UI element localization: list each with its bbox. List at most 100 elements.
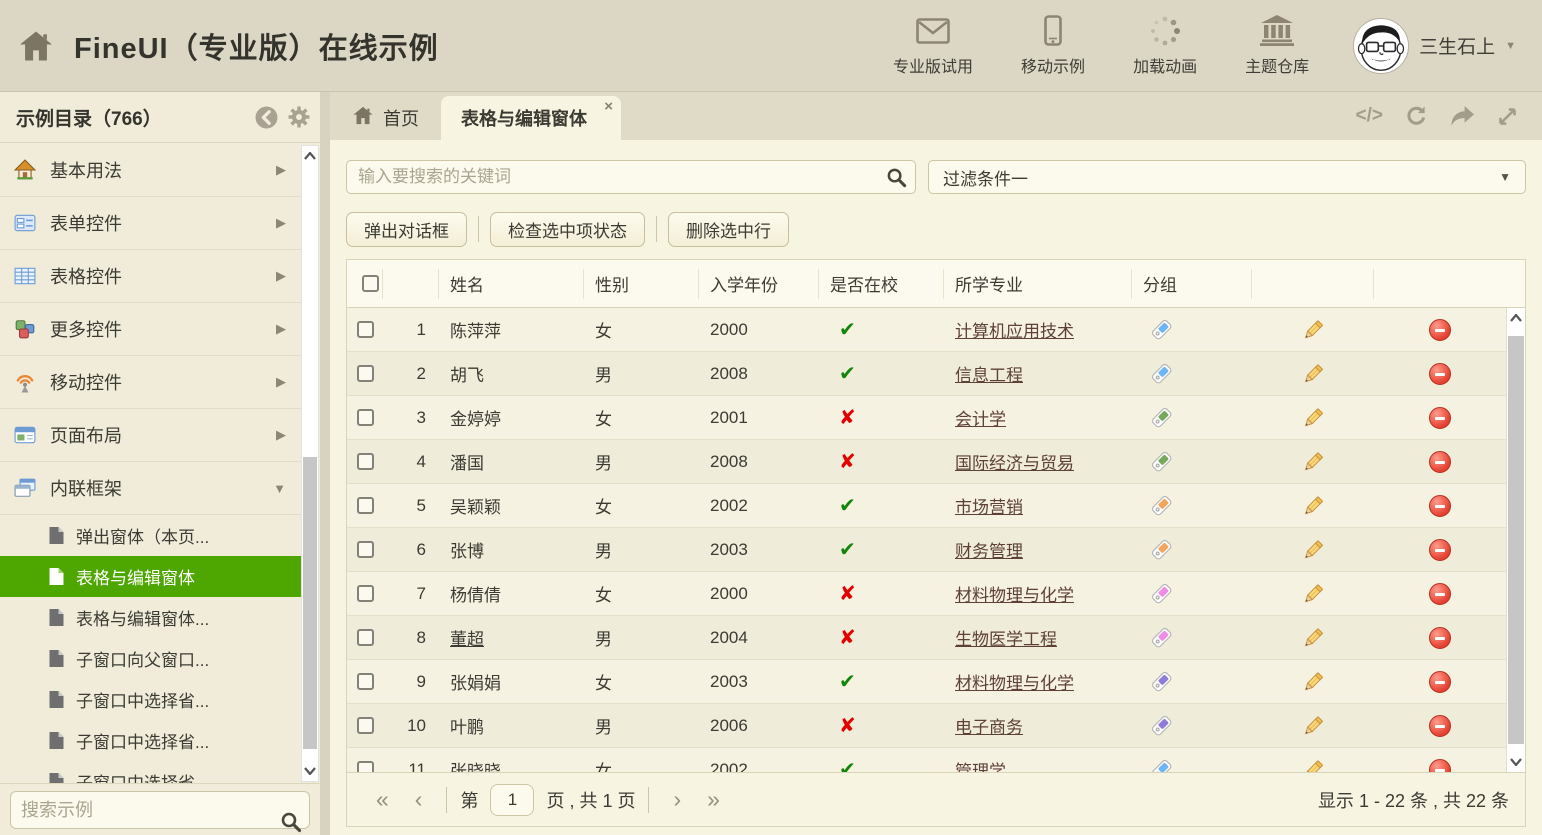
- edit-pencil-icon[interactable]: [1301, 362, 1325, 386]
- tag-icon[interactable]: [1149, 713, 1174, 738]
- table-row[interactable]: 11 张晓晓 女 2002 ✔ 管理学: [347, 748, 1525, 772]
- sidebar-item[interactable]: 子窗口向父窗口...: [0, 638, 302, 679]
- tag-icon[interactable]: [1149, 317, 1174, 342]
- delete-row-icon[interactable]: [1429, 363, 1451, 385]
- table-row[interactable]: 6 张博 男 2003 ✔ 财务管理: [347, 528, 1525, 572]
- row-checkbox[interactable]: [357, 629, 374, 646]
- row-checkbox[interactable]: [357, 541, 374, 558]
- first-page-button[interactable]: «: [363, 788, 402, 811]
- edit-pencil-icon[interactable]: [1301, 406, 1325, 430]
- major-link[interactable]: 管理学: [955, 757, 1006, 772]
- last-page-button[interactable]: »: [694, 788, 733, 811]
- tab-grid-edit-window[interactable]: 表格与编辑窗体 ×: [441, 96, 621, 140]
- row-checkbox[interactable]: [357, 497, 374, 514]
- delete-row-icon[interactable]: [1429, 495, 1451, 517]
- edit-pencil-icon[interactable]: [1301, 714, 1325, 738]
- table-row[interactable]: 8 董超 男 2004 ✘ 生物医学工程: [347, 616, 1525, 660]
- row-checkbox[interactable]: [357, 321, 374, 338]
- close-icon[interactable]: ×: [604, 99, 613, 114]
- sidebar-item[interactable]: 子窗口中选择省: [0, 761, 302, 783]
- col-name[interactable]: 姓名: [439, 269, 584, 299]
- sidebar-item[interactable]: 子窗口中选择省...: [0, 679, 302, 720]
- major-link[interactable]: 材料物理与化学: [955, 669, 1074, 694]
- sidebar-group-table[interactable]: 表格控件▶: [0, 250, 302, 303]
- filter-dropdown[interactable]: 过滤条件一 ▼: [928, 160, 1526, 194]
- sidebar-group-basic[interactable]: 基本用法▶: [0, 144, 302, 197]
- row-checkbox[interactable]: [357, 673, 374, 690]
- gear-icon[interactable]: [288, 106, 310, 128]
- major-link[interactable]: 财务管理: [955, 537, 1023, 562]
- sidebar-item[interactable]: 表格与编辑窗体: [0, 556, 302, 597]
- tab-home[interactable]: 首页: [330, 96, 441, 140]
- user-menu[interactable]: 三生石上 ▼: [1353, 18, 1516, 74]
- major-link[interactable]: 材料物理与化学: [955, 581, 1074, 606]
- delete-row-icon[interactable]: [1429, 583, 1451, 605]
- major-link[interactable]: 计算机应用技术: [955, 317, 1074, 342]
- scroll-up-icon[interactable]: [1507, 308, 1525, 328]
- delete-selected-button[interactable]: 删除选中行: [668, 212, 789, 247]
- major-link[interactable]: 信息工程: [955, 361, 1023, 386]
- nav-theme-repo[interactable]: 主题仓库: [1245, 15, 1309, 77]
- sidebar-search-input[interactable]: [10, 791, 310, 829]
- sidebar-item[interactable]: 弹出窗体（本页...: [0, 515, 302, 556]
- major-link[interactable]: 会计学: [955, 405, 1006, 430]
- delete-row-icon[interactable]: [1429, 319, 1451, 341]
- col-group[interactable]: 分组: [1132, 269, 1252, 299]
- table-row[interactable]: 4 潘国 男 2008 ✘ 国际经济与贸易: [347, 440, 1525, 484]
- sidebar-group-form[interactable]: 表单控件▶: [0, 197, 302, 250]
- tag-icon[interactable]: [1149, 625, 1174, 650]
- tag-icon[interactable]: [1149, 405, 1174, 430]
- delete-row-icon[interactable]: [1429, 407, 1451, 429]
- table-row[interactable]: 2 胡飞 男 2008 ✔ 信息工程: [347, 352, 1525, 396]
- search-icon[interactable]: [886, 167, 907, 193]
- table-row[interactable]: 10 叶鹏 男 2006 ✘ 电子商务: [347, 704, 1525, 748]
- tag-icon[interactable]: [1149, 361, 1174, 386]
- edit-pencil-icon[interactable]: [1301, 758, 1325, 773]
- page-number-input[interactable]: [490, 784, 534, 816]
- scrollbar-thumb[interactable]: [1508, 336, 1524, 744]
- col-enrolled[interactable]: 是否在校: [819, 269, 944, 299]
- sidebar-group-iframe[interactable]: 内联框架▼: [0, 462, 302, 515]
- row-checkbox[interactable]: [357, 409, 374, 426]
- table-row[interactable]: 5 吴颖颖 女 2002 ✔ 市场营销: [347, 484, 1525, 528]
- tag-icon[interactable]: [1149, 537, 1174, 562]
- nav-trial[interactable]: 专业版试用: [893, 15, 973, 77]
- row-checkbox[interactable]: [357, 761, 374, 772]
- delete-row-icon[interactable]: [1429, 627, 1451, 649]
- check-selected-button[interactable]: 检查选中项状态: [490, 212, 645, 247]
- edit-pencil-icon[interactable]: [1301, 670, 1325, 694]
- col-gender[interactable]: 性别: [584, 269, 699, 299]
- keyword-search-input[interactable]: [346, 160, 916, 194]
- sidebar-item[interactable]: 子窗口中选择省...: [0, 720, 302, 761]
- tag-icon[interactable]: [1149, 581, 1174, 606]
- sidebar-item[interactable]: 表格与编辑窗体...: [0, 597, 302, 638]
- row-checkbox[interactable]: [357, 365, 374, 382]
- expand-icon[interactable]: [1497, 106, 1518, 127]
- scrollbar-thumb[interactable]: [303, 457, 317, 749]
- edit-pencil-icon[interactable]: [1301, 318, 1325, 342]
- col-year[interactable]: 入学年份: [699, 269, 819, 299]
- nav-mobile-demo[interactable]: 移动示例: [1021, 15, 1085, 77]
- delete-row-icon[interactable]: [1429, 715, 1451, 737]
- edit-pencil-icon[interactable]: [1301, 538, 1325, 562]
- major-link[interactable]: 电子商务: [955, 713, 1023, 738]
- home-icon[interactable]: [18, 30, 54, 62]
- row-checkbox[interactable]: [357, 453, 374, 470]
- select-all-checkbox[interactable]: [347, 269, 383, 299]
- tag-icon[interactable]: [1149, 669, 1174, 694]
- sidebar-group-layout[interactable]: 页面布局▶: [0, 409, 302, 462]
- table-row[interactable]: 1 陈萍萍 女 2000 ✔ 计算机应用技术: [347, 308, 1525, 352]
- sidebar-scrollbar[interactable]: [301, 145, 319, 782]
- splitter[interactable]: [320, 92, 330, 835]
- prev-page-button[interactable]: ‹: [402, 788, 436, 811]
- sidebar-group-mobile[interactable]: 移动控件▶: [0, 356, 302, 409]
- next-page-button[interactable]: ›: [660, 788, 694, 811]
- col-major[interactable]: 所学专业: [944, 269, 1132, 299]
- edit-pencil-icon[interactable]: [1301, 494, 1325, 518]
- table-row[interactable]: 9 张娟娟 女 2003 ✔ 材料物理与化学: [347, 660, 1525, 704]
- nav-loading-anim[interactable]: 加载动画: [1133, 15, 1197, 77]
- delete-row-icon[interactable]: [1429, 539, 1451, 561]
- edit-pencil-icon[interactable]: [1301, 582, 1325, 606]
- major-link[interactable]: 生物医学工程: [955, 625, 1057, 650]
- scroll-up-icon[interactable]: [302, 146, 318, 166]
